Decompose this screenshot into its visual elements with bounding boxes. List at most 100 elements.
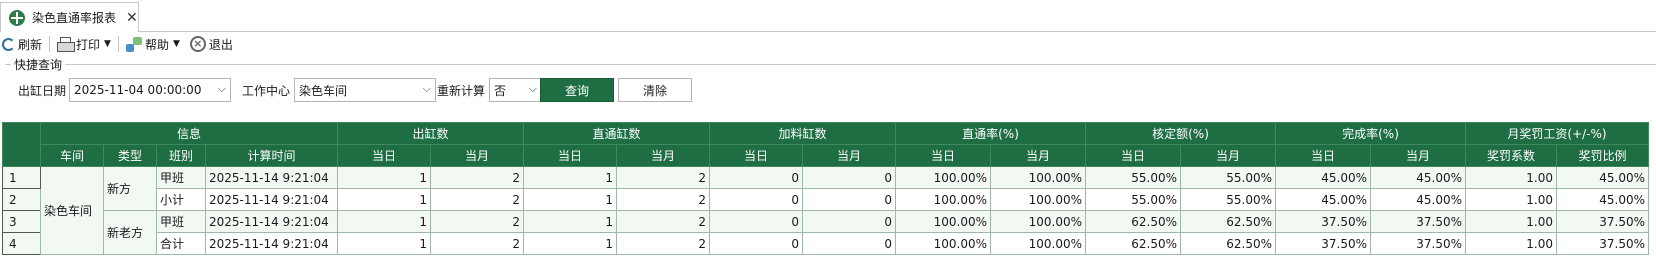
refresh-button[interactable]: 刷新 bbox=[0, 34, 44, 54]
help-button[interactable]: 帮助 ▼ bbox=[124, 34, 182, 54]
value-cell: 37.50% bbox=[1275, 232, 1371, 255]
value-cell: 0 bbox=[709, 210, 803, 233]
printer-icon bbox=[57, 37, 76, 52]
column-header[interactable]: 当月 bbox=[990, 144, 1086, 167]
value-cell: 37.50% bbox=[1556, 232, 1649, 255]
column-header[interactable]: 当月 bbox=[802, 144, 896, 167]
value-cell: 0 bbox=[709, 188, 803, 211]
column-header-row: 车间 类型 班别 计算时间 当日 当月 当日 当月 当日 当月 当日 当月 当日… bbox=[3, 144, 1649, 167]
column-header[interactable]: 班别 bbox=[156, 144, 206, 167]
exit-label: 退出 bbox=[208, 37, 233, 52]
table-row[interactable]: 4 合计 2025-11-14 9:21:04 1 2 1 2 0 0 100.… bbox=[2, 232, 1649, 255]
value-cell: 1 bbox=[337, 188, 431, 211]
recalc-label: 重新计算 bbox=[437, 84, 486, 98]
column-header[interactable]: 当月 bbox=[430, 144, 524, 167]
row-number[interactable]: 4 bbox=[2, 232, 41, 255]
date-value: 2025-11-04 00:00:00 bbox=[74, 83, 202, 97]
value-cell: 45.00% bbox=[1275, 188, 1371, 211]
type-cell: 新老方 bbox=[103, 210, 157, 255]
shift-cell: 小计 bbox=[156, 188, 206, 211]
column-header[interactable]: 车间 bbox=[40, 144, 104, 167]
value-cell: 45.00% bbox=[1370, 188, 1466, 211]
workcenter-label: 工作中心 bbox=[242, 84, 291, 98]
column-header[interactable]: 奖罚比例 bbox=[1556, 144, 1649, 167]
print-button[interactable]: 打印 ▼ bbox=[55, 34, 113, 54]
report-table: 信息 出缸数 直通缸数 加料缸数 直通率(%) 核定额(%) 完成率(%) 月奖… bbox=[2, 122, 1649, 255]
value-cell: 1 bbox=[337, 166, 431, 189]
value-cell: 45.00% bbox=[1556, 188, 1649, 211]
toolbar: 刷新 打印 ▼ 帮助 ▼ × 退出 bbox=[0, 33, 1656, 55]
column-header[interactable]: 当月 bbox=[1180, 144, 1276, 167]
tab-title: 染色直通率报表 bbox=[32, 11, 117, 25]
column-header[interactable]: 当日 bbox=[337, 144, 431, 167]
value-cell: 1.00 bbox=[1465, 210, 1557, 233]
tab-strip: 染色直通率报表 ✕ bbox=[0, 0, 1656, 32]
toolbar-separator bbox=[49, 36, 51, 52]
help-icon bbox=[125, 36, 142, 52]
value-cell: 2 bbox=[430, 232, 524, 255]
column-header[interactable]: 当月 bbox=[616, 144, 710, 167]
chevron-down-icon[interactable]: ⌵ bbox=[218, 82, 226, 96]
value-cell: 0 bbox=[802, 188, 896, 211]
caret-down-icon: ▼ bbox=[104, 39, 111, 49]
column-header[interactable]: 当日 bbox=[709, 144, 803, 167]
column-header[interactable]: 类型 bbox=[103, 144, 157, 167]
quick-query-group: 快捷查询 出缸日期 2025-11-04 00:00:00 ⌵ 工作中心 染色车… bbox=[5, 56, 1656, 118]
value-cell: 0 bbox=[709, 232, 803, 255]
column-header[interactable]: 奖罚系数 bbox=[1465, 144, 1557, 167]
value-cell: 2 bbox=[616, 232, 710, 255]
print-label: 打印 bbox=[76, 37, 101, 52]
clear-button[interactable]: 清除 bbox=[618, 78, 692, 102]
row-number[interactable]: 3 bbox=[2, 210, 41, 233]
help-label: 帮助 bbox=[144, 37, 169, 52]
quick-query-title: 快捷查询 bbox=[11, 56, 66, 73]
group-header: 出缸数 bbox=[337, 122, 524, 145]
column-header[interactable]: 当日 bbox=[1085, 144, 1181, 167]
time-cell: 2025-11-14 9:21:04 bbox=[205, 232, 338, 255]
value-cell: 100.00% bbox=[990, 232, 1086, 255]
value-cell: 2 bbox=[616, 210, 710, 233]
value-cell: 62.50% bbox=[1085, 210, 1181, 233]
row-number[interactable]: 1 bbox=[2, 166, 41, 189]
date-picker[interactable]: 2025-11-04 00:00:00 ⌵ bbox=[69, 78, 231, 102]
date-label: 出缸日期 bbox=[18, 84, 67, 98]
row-number-header bbox=[2, 122, 41, 167]
row-number[interactable]: 2 bbox=[2, 188, 41, 211]
shift-cell: 甲班 bbox=[156, 166, 206, 189]
value-cell: 100.00% bbox=[895, 166, 991, 189]
value-cell: 2 bbox=[616, 166, 710, 189]
close-icon[interactable]: ✕ bbox=[126, 10, 138, 26]
table-row[interactable]: 1 染色车间 新方 甲班 2025-11-14 9:21:04 1 2 1 2 … bbox=[2, 166, 1649, 255]
type-cell: 新方 bbox=[103, 166, 157, 211]
value-cell: 0 bbox=[709, 166, 803, 189]
time-cell: 2025-11-14 9:21:04 bbox=[205, 188, 338, 211]
table-row[interactable]: 3 新老方 甲班 2025-11-14 9:21:04 1 2 1 2 0 0 … bbox=[2, 210, 1649, 255]
column-header[interactable]: 当日 bbox=[895, 144, 991, 167]
query-button[interactable]: 查询 bbox=[540, 78, 614, 102]
chevron-down-icon[interactable]: ⌵ bbox=[529, 82, 537, 96]
column-header[interactable]: 当月 bbox=[1370, 144, 1466, 167]
exit-button[interactable]: × 退出 bbox=[188, 34, 235, 54]
table-row[interactable]: 2 小计 2025-11-14 9:21:04 1 2 1 2 0 0 100.… bbox=[2, 188, 1649, 211]
value-cell: 2 bbox=[616, 188, 710, 211]
tab-report[interactable]: 染色直通率报表 ✕ bbox=[0, 2, 139, 32]
recalc-select[interactable]: 否 ⌵ bbox=[489, 78, 542, 102]
column-header[interactable]: 计算时间 bbox=[205, 144, 338, 167]
group-header: 月奖罚工资(+/-%) bbox=[1465, 122, 1649, 145]
refresh-label: 刷新 bbox=[18, 37, 43, 52]
value-cell: 55.00% bbox=[1180, 166, 1276, 189]
value-cell: 55.00% bbox=[1085, 166, 1181, 189]
chevron-down-icon[interactable]: ⌵ bbox=[423, 82, 431, 96]
group-header: 核定额(%) bbox=[1085, 122, 1276, 145]
workcenter-select[interactable]: 染色车间 ⌵ bbox=[294, 78, 436, 102]
column-header[interactable]: 当日 bbox=[1275, 144, 1371, 167]
value-cell: 45.00% bbox=[1556, 166, 1649, 189]
workshop-cell: 染色车间 bbox=[40, 166, 104, 255]
group-header: 加料缸数 bbox=[709, 122, 896, 145]
value-cell: 100.00% bbox=[990, 166, 1086, 189]
globe-icon bbox=[9, 9, 25, 26]
column-header[interactable]: 当日 bbox=[523, 144, 617, 167]
value-cell: 100.00% bbox=[895, 232, 991, 255]
shift-cell: 合计 bbox=[156, 232, 206, 255]
value-cell: 2 bbox=[430, 166, 524, 189]
